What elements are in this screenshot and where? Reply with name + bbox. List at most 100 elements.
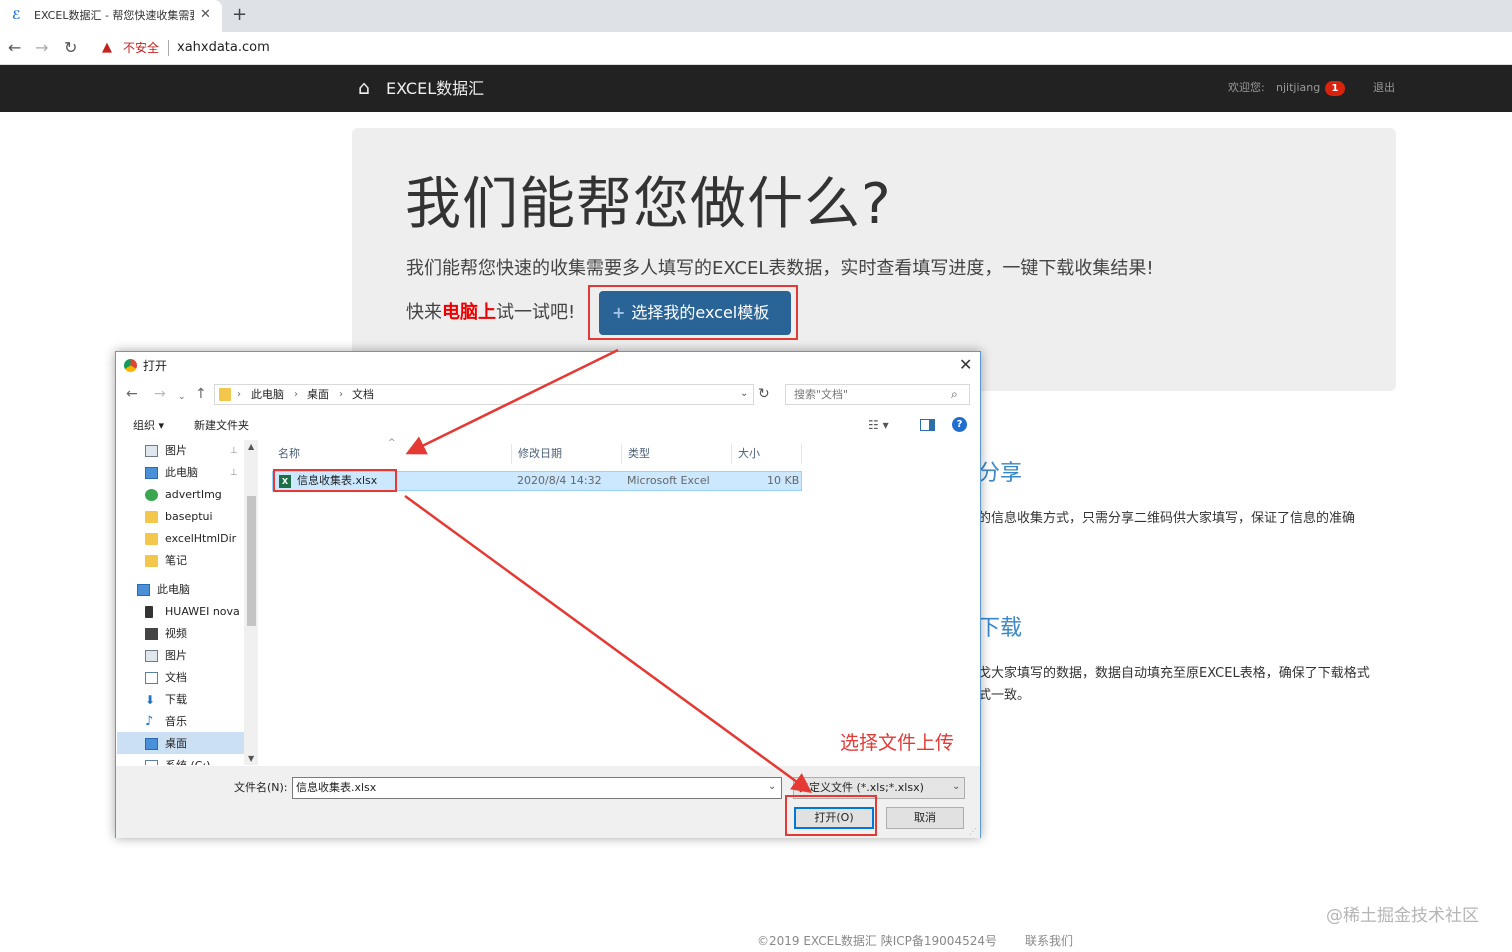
feature-download-desc: 戈大家填写的数据，数据自动填充至原EXCEL表格，确保了下载格式 [978, 666, 1370, 681]
file-size: 10 KB [767, 474, 800, 487]
pic-icon [145, 445, 158, 457]
preview-pane-icon[interactable] [920, 419, 935, 431]
feature-download-desc-2: 式一致。 [978, 688, 1031, 703]
folder-icon [145, 533, 158, 545]
site-navbar: ⌂ EXCEL数据汇 欢迎您: njitjiang 1 退出 [0, 65, 1512, 112]
dialog-search-input[interactable]: 搜索"文档" ⌕ [785, 384, 970, 405]
contact-link[interactable]: 联系我们 [1025, 934, 1073, 948]
cancel-button[interactable]: 取消 [886, 807, 964, 829]
annotation-box-open [785, 795, 877, 836]
sidebar-item[interactable]: 系统 (C:) [117, 755, 259, 765]
sidebar-item[interactable]: 桌面 [117, 733, 259, 755]
scroll-down-icon[interactable]: ▼ [248, 754, 254, 764]
breadcrumb-item[interactable]: 此电脑 [251, 388, 284, 402]
browser-tab[interactable]: ℰ EXCEL数据汇 - 帮您快速收集需要 ✕ [0, 0, 222, 32]
chevron-down-icon[interactable]: ⌄ [740, 387, 748, 401]
watermark: @稀土掘金技术社区 [1326, 906, 1479, 926]
chevron-down-icon[interactable]: ⌄ [768, 780, 776, 794]
site-favicon-icon: ℰ [12, 8, 21, 22]
file-modified: 2020/8/4 14:32 [517, 474, 602, 487]
sidebar-item-label: 笔记 [165, 554, 187, 567]
sidebar-item-label: HUAWEI nova [165, 605, 240, 618]
column-size[interactable]: 大小 [732, 444, 802, 464]
chevron-down-icon[interactable]: ⌄ [952, 780, 960, 794]
home-icon[interactable]: ⌂ [358, 77, 370, 99]
logout-link[interactable]: 退出 [1373, 80, 1395, 96]
scroll-up-icon[interactable]: ▲ [248, 442, 254, 452]
dialog-forward-icon[interactable]: → [154, 385, 166, 403]
tab-close-icon[interactable]: ✕ [200, 7, 211, 23]
doc-icon [145, 672, 158, 684]
filename-input[interactable]: 信息收集表.xlsx [292, 777, 782, 799]
view-options-icon[interactable]: ☷ ▾ [868, 417, 889, 433]
try-highlight: 电脑上 [442, 302, 496, 323]
new-tab-button[interactable]: + [232, 4, 247, 26]
filename-label: 文件名(N): [234, 781, 288, 794]
footer-copyright: ©2019 EXCEL数据汇 陕ICP备19004524号 [757, 934, 997, 948]
refresh-icon[interactable]: ↻ [758, 385, 770, 403]
sidebar-item[interactable]: HUAWEI nova [117, 601, 259, 623]
resize-grip-icon[interactable]: ⋰ [969, 827, 977, 837]
sidebar-item-label: 下载 [165, 693, 187, 706]
sidebar-item-label: baseptui [165, 510, 213, 523]
dialog-close-icon[interactable]: ✕ [959, 355, 972, 375]
feature-share-desc: 的信息收集方式，只需分享二维码供大家填写，保证了信息的准确 [978, 511, 1356, 526]
sidebar-item[interactable]: 此电脑 ⊥ [117, 462, 259, 484]
help-icon[interactable]: ? [952, 417, 967, 432]
brand-link[interactable]: EXCEL数据汇 [386, 78, 484, 100]
sidebar-item[interactable]: advertImg [117, 484, 259, 506]
page-title: 我们能帮您做什么? [405, 172, 892, 237]
security-status[interactable]: 不安全 [123, 40, 159, 56]
dialog-back-icon[interactable]: ← [126, 385, 138, 403]
username-link[interactable]: njitjiang [1276, 80, 1320, 96]
sidebar-item[interactable]: ⬇ 下载 [117, 689, 259, 711]
feature-download-title: 下载 [978, 616, 1023, 641]
sidebar-item-label: 图片 [165, 649, 187, 662]
music-icon: ♪ [145, 714, 154, 729]
doc-icon [145, 760, 158, 765]
sidebar-item-label: excelHtmlDir [165, 532, 237, 545]
recent-locations-icon[interactable]: ⌄ [178, 388, 186, 406]
sidebar-item[interactable]: 文档 [117, 667, 259, 689]
dialog-breadcrumb[interactable]: › 此电脑 › 桌面 › 文档 ⌄ [214, 384, 754, 405]
column-modified[interactable]: 修改日期 [512, 444, 622, 464]
breadcrumb-item[interactable]: 桌面 [307, 388, 329, 402]
folder-icon [219, 388, 231, 401]
file-type: Microsoft Excel [627, 474, 710, 487]
pin-icon[interactable]: ⊥ [230, 440, 238, 462]
sidebar-item[interactable]: 图片 [117, 645, 259, 667]
column-name[interactable]: 名称 [272, 444, 512, 464]
notification-badge[interactable]: 1 [1325, 81, 1345, 96]
chevron-right-icon: › [237, 389, 241, 400]
sidebar-item[interactable]: ♪ 音乐 [117, 711, 259, 733]
sidebar-item[interactable]: baseptui [117, 506, 259, 528]
search-icon: ⌕ [951, 387, 958, 401]
sidebar-item[interactable]: 此电脑 [117, 579, 259, 601]
hero-try-text: 快来电脑上试一试吧! [406, 301, 575, 325]
back-icon[interactable]: ← [8, 38, 21, 58]
new-folder-button[interactable]: 新建文件夹 [194, 418, 249, 434]
footer: ©2019 EXCEL数据汇 陕ICP备19004524号 联系我们 [757, 933, 1073, 949]
sidebar-item[interactable]: excelHtmlDir [117, 528, 259, 550]
vid-icon [145, 628, 158, 640]
pin-icon[interactable]: ⊥ [230, 462, 238, 484]
chevron-right-icon: › [339, 389, 343, 400]
column-type[interactable]: 类型 [622, 444, 732, 464]
organize-menu[interactable]: 组织 ▾ [133, 418, 164, 434]
feature-share-title: 分享 [978, 461, 1023, 486]
reload-icon[interactable]: ↻ [64, 38, 77, 58]
nav-scrollbar[interactable] [244, 440, 258, 765]
sidebar-item[interactable]: 笔记 [117, 550, 259, 572]
forward-icon[interactable]: → [35, 38, 48, 58]
file-list-header: 名称 修改日期 类型 大小 [272, 444, 802, 464]
search-placeholder: 搜索"文档" [794, 388, 849, 401]
sidebar-item[interactable]: 视频 [117, 623, 259, 645]
sidebar-item[interactable]: 图片 ⊥ [117, 440, 259, 462]
folder-icon [145, 511, 158, 523]
up-folder-icon[interactable]: ↑ [195, 385, 207, 403]
pic-icon [145, 650, 158, 662]
url-field[interactable]: xahxdata.com [177, 39, 270, 56]
breadcrumb-item[interactable]: 文档 [352, 388, 374, 402]
sidebar-item-label: 系统 (C:) [165, 755, 210, 765]
scrollbar-thumb[interactable] [247, 496, 256, 626]
